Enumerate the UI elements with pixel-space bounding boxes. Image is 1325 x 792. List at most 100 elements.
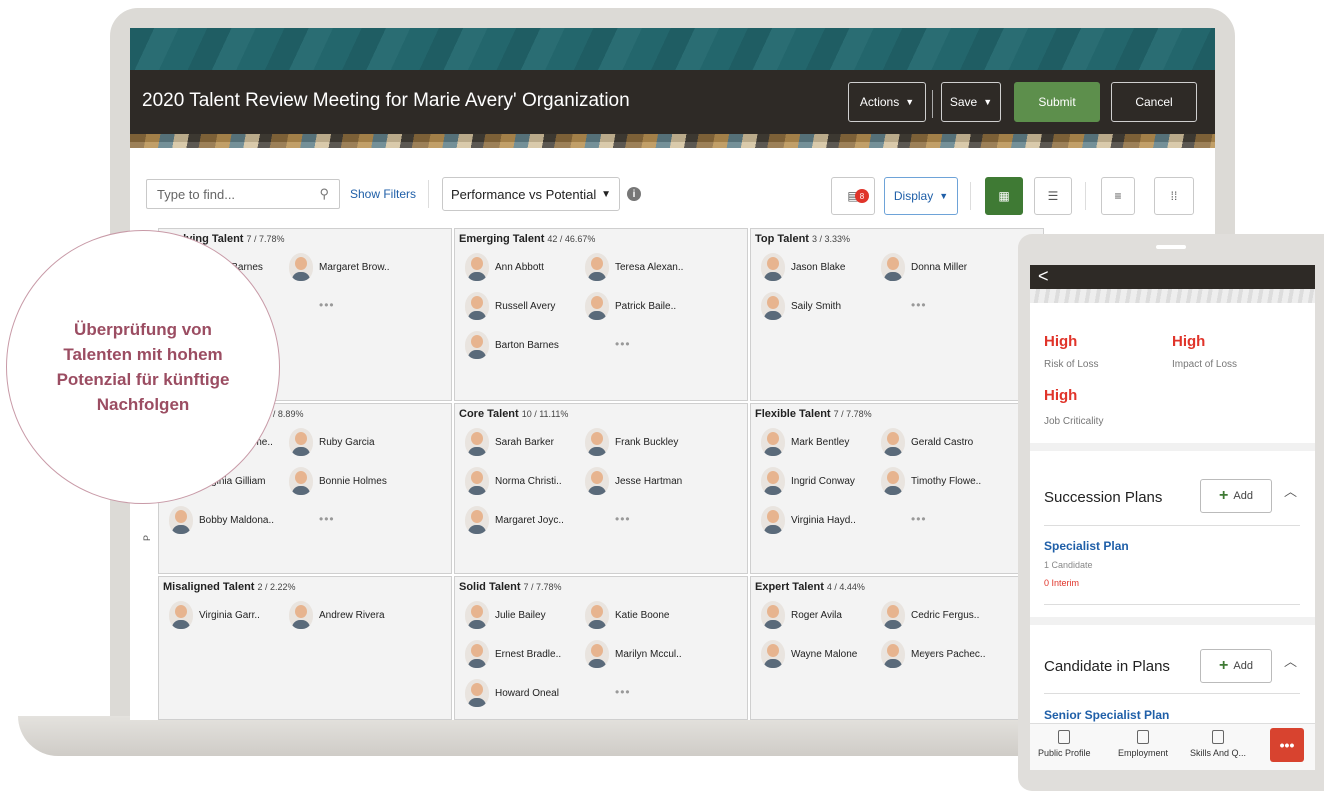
employee-card[interactable]: Frank Buckley xyxy=(585,428,678,456)
employee-card[interactable]: Margaret Joyc.. xyxy=(465,506,564,534)
employee-card[interactable]: Virginia Garr.. xyxy=(169,601,260,629)
display-button[interactable]: Display ▼ xyxy=(884,177,958,215)
grid-cell[interactable]: Emerging Talent 42 / 46.67% Ann Abbott Tere… xyxy=(454,228,748,401)
cell-count: 7 / 7.78% xyxy=(246,234,285,244)
avatar xyxy=(761,506,785,534)
employee-card[interactable]: Howard Oneal xyxy=(465,679,559,707)
employee-card[interactable]: Cedric Fergus.. xyxy=(881,601,979,629)
employee-card[interactable]: Julie Bailey xyxy=(465,601,546,629)
employee-card[interactable]: Virginia Hayd.. xyxy=(761,506,856,534)
nav-employment[interactable]: Employment xyxy=(1118,730,1168,758)
grid-cell[interactable]: Flexible Talent 7 / 7.78% Mark Bentley Gera… xyxy=(750,403,1044,574)
employee-name: Patrick Baile.. xyxy=(615,300,677,312)
employee-card[interactable]: Andrew Rivera xyxy=(289,601,385,629)
view-select[interactable]: Performance vs Potential ▼ xyxy=(442,177,620,211)
add-succession-plan-button[interactable]: + Add xyxy=(1200,479,1272,513)
employee-card[interactable]: Gerald Castro xyxy=(881,428,973,456)
employee-card[interactable]: Saily Smith xyxy=(761,292,841,320)
employee-card[interactable]: Bonnie Holmes xyxy=(289,467,387,495)
grid-cell[interactable]: Misaligned Talent 2 / 2.22% Virginia Garr.… xyxy=(158,576,452,720)
employee-name: Jesse Hartman xyxy=(615,475,683,487)
notifications-button[interactable]: ▤ 8 xyxy=(831,177,875,215)
more-employees-button[interactable]: ••• xyxy=(615,337,631,351)
employee-card[interactable]: Katie Boone xyxy=(585,601,670,629)
avatar xyxy=(761,467,785,495)
grid-cell[interactable]: Core Talent 10 / 11.11% Sarah Barker Frank … xyxy=(454,403,748,574)
employee-card[interactable]: Ruby Garcia xyxy=(289,428,375,456)
employee-card[interactable]: Jesse Hartman xyxy=(585,467,682,495)
employee-name: Norma Christi.. xyxy=(495,475,562,487)
more-employees-button[interactable]: ••• xyxy=(615,685,631,699)
employee-card[interactable]: Barton Barnes xyxy=(465,331,559,359)
cell-title: Top Talent 3 / 3.33% xyxy=(755,233,850,245)
list-view-button[interactable]: ☰ xyxy=(1034,177,1072,215)
employee-name: Bonnie Holmes xyxy=(319,475,387,487)
more-employees-button[interactable]: ••• xyxy=(319,512,335,526)
employee-card[interactable]: Jason Blake xyxy=(761,253,845,281)
actions-label: Actions xyxy=(859,95,900,109)
show-filters-link[interactable]: Show Filters xyxy=(350,187,416,201)
nav-label: Employment xyxy=(1118,748,1169,758)
employee-card[interactable]: Ingrid Conway xyxy=(761,467,855,495)
search-input[interactable]: Type to find... ⚲ xyxy=(146,179,340,209)
more-employees-button[interactable]: ••• xyxy=(921,646,937,660)
impact-of-loss-label: Impact of Loss xyxy=(1172,359,1238,370)
cell-count: 4 / 4.44% xyxy=(826,582,865,592)
employee-card[interactable]: Roger Avila xyxy=(761,601,842,629)
chevron-down-icon: ▼ xyxy=(939,191,949,201)
employee-card[interactable]: Mark Bentley xyxy=(761,428,849,456)
chevron-up-icon[interactable]: ︿ xyxy=(1284,651,1297,670)
actions-button[interactable]: Actions ▼ xyxy=(848,82,926,122)
employee-name: Marilyn Mccul.. xyxy=(615,648,682,660)
submit-button[interactable]: Submit xyxy=(1014,82,1100,122)
grid-axis-label: P xyxy=(142,534,153,542)
employee-card[interactable]: Wayne Malone xyxy=(761,640,857,668)
grid-cell[interactable]: Expert Talent 4 / 4.44% Roger Avila Cedric … xyxy=(750,576,1044,720)
phone-speaker xyxy=(1156,245,1186,249)
nine-box-grid: Evolving Talent7 / 7.78%Barton BarnesMar… xyxy=(158,228,1048,720)
more-employees-button[interactable]: ••• xyxy=(615,512,631,526)
candidate-in-plans-title: Candidate in Plans xyxy=(1044,658,1170,675)
employee-card[interactable]: Patrick Baile.. xyxy=(585,292,676,320)
cell-count: 7 / 7.78% xyxy=(523,582,562,592)
section-divider xyxy=(1030,443,1315,451)
employee-card[interactable]: Norma Christi.. xyxy=(465,467,562,495)
employee-card[interactable]: Teresa Alexan.. xyxy=(585,253,683,281)
grid-cell[interactable]: Solid Talent 7 / 7.78% Julie Bailey Katie B… xyxy=(454,576,748,720)
header-separator xyxy=(932,90,933,118)
employee-card[interactable]: Bobby Maldona.. xyxy=(169,506,274,534)
list-view-icon: ☰ xyxy=(1047,189,1059,203)
employee-card[interactable]: Donna Miller xyxy=(881,253,967,281)
section-divider xyxy=(1030,617,1315,625)
nav-public-profile[interactable]: Public Profile xyxy=(1038,730,1091,758)
cancel-button[interactable]: Cancel xyxy=(1111,82,1197,122)
grid-cell[interactable]: Top Talent 3 / 3.33% Jason Blake Donna Mill… xyxy=(750,228,1044,401)
cell-title-text: Misaligned Talent xyxy=(163,581,255,593)
employee-card[interactable]: Timothy Flowe.. xyxy=(881,467,981,495)
employee-card[interactable]: Ann Abbott xyxy=(465,253,544,281)
search-placeholder: Type to find... xyxy=(157,186,236,202)
save-button[interactable]: Save ▼ xyxy=(941,82,1001,122)
compare-button[interactable]: ⁞⁞ xyxy=(1154,177,1194,215)
info-icon[interactable]: i xyxy=(627,187,641,201)
avatar xyxy=(169,506,193,534)
senior-specialist-plan-link[interactable]: Senior Specialist Plan xyxy=(1044,708,1169,722)
more-employees-button[interactable]: ••• xyxy=(911,298,927,312)
chat-icon[interactable]: ••• xyxy=(1270,728,1304,762)
grid-view-button[interactable]: ▦ xyxy=(985,177,1023,215)
sort-button[interactable]: ≡ xyxy=(1101,177,1135,215)
back-button[interactable]: < xyxy=(1030,265,1315,289)
nav-skills[interactable]: Skills And Q... xyxy=(1190,730,1246,758)
employee-card[interactable]: Russell Avery xyxy=(465,292,555,320)
employee-card[interactable]: Margaret Brow.. xyxy=(289,253,390,281)
employee-name: Andrew Rivera xyxy=(319,609,385,621)
more-employees-button[interactable]: ••• xyxy=(911,512,927,526)
employee-card[interactable]: Ernest Bradle.. xyxy=(465,640,561,668)
specialist-plan-link[interactable]: Specialist Plan xyxy=(1044,539,1129,553)
employee-card[interactable]: Marilyn Mccul.. xyxy=(585,640,682,668)
employee-card[interactable]: Sarah Barker xyxy=(465,428,554,456)
chevron-up-icon[interactable]: ︿ xyxy=(1284,481,1297,500)
more-employees-button[interactable]: ••• xyxy=(319,298,335,312)
add-candidate-plan-button[interactable]: + Add xyxy=(1200,649,1272,683)
avatar xyxy=(169,601,193,629)
